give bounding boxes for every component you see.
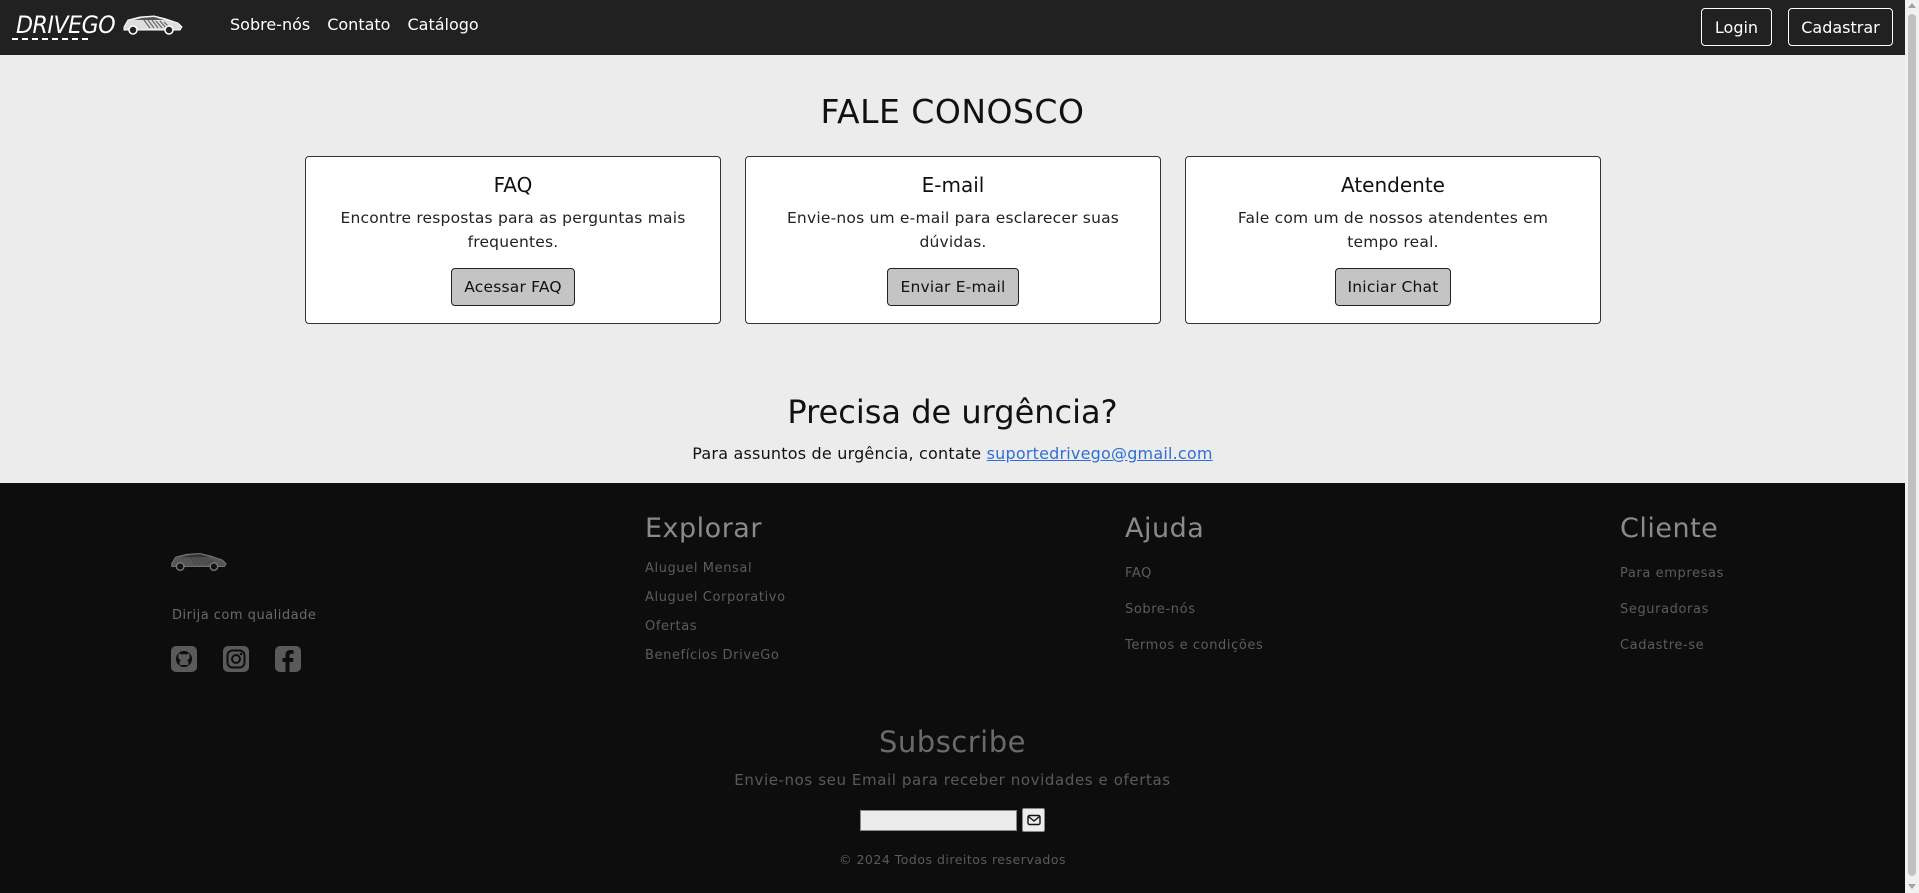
scroll-up-icon[interactable]	[1908, 3, 1916, 8]
attendant-card: Atendente Fale com um de nossos atendent…	[1185, 156, 1601, 324]
footer-column-cliente: Cliente Para empresas Seguradoras Cadast…	[1620, 513, 1724, 653]
footer-column-explorar: Explorar Aluguel Mensal Aluguel Corporat…	[645, 513, 786, 663]
subscribe-email-input[interactable]	[860, 810, 1017, 831]
car-logo-icon	[123, 15, 183, 35]
footer-link[interactable]: Para empresas	[1620, 566, 1724, 581]
nav-links: Sobre-nós Contato Catálogo	[230, 15, 479, 34]
footer-column-ajuda: Ajuda FAQ Sobre-nós Termos e condições	[1125, 513, 1263, 653]
login-button[interactable]: Login	[1701, 8, 1772, 46]
footer-link[interactable]: Benefícios DriveGo	[645, 648, 786, 663]
card-text: Envie-nos um e-mail para esclarecer suas…	[786, 209, 1120, 251]
nav-link-sobre-nos[interactable]: Sobre-nós	[230, 15, 310, 34]
urgent-text-label: Para assuntos de urgência, contate	[692, 444, 987, 463]
logo-underline	[12, 38, 88, 40]
logo-text: DRIVEGO	[16, 11, 116, 39]
signup-button[interactable]: Cadastrar	[1788, 8, 1893, 46]
scrollbar-thumb[interactable]	[1908, 14, 1916, 876]
footer-link[interactable]: Seguradoras	[1620, 602, 1724, 617]
urgent-text: Para assuntos de urgência, contate supor…	[0, 444, 1905, 463]
urgent-title: Precisa de urgência?	[787, 393, 1118, 431]
facebook-icon[interactable]	[274, 645, 302, 673]
footer-link[interactable]: Cadastre-se	[1620, 638, 1724, 653]
footer-link[interactable]: Ofertas	[645, 619, 786, 634]
email-card: E-mail Envie-nos um e-mail para esclarec…	[745, 156, 1161, 324]
nav-link-contato[interactable]: Contato	[327, 15, 390, 34]
subscribe-button[interactable]	[1022, 808, 1045, 832]
social-links	[170, 645, 302, 673]
navbar: DRIVEGO Sobre-nós Contato Catálogo Login…	[0, 0, 1905, 55]
card-title: Atendente	[1341, 173, 1445, 197]
footer-column-title: Cliente	[1620, 513, 1719, 544]
send-email-button[interactable]: Enviar E-mail	[887, 268, 1019, 306]
github-icon[interactable]	[170, 645, 198, 673]
footer-link[interactable]: Aluguel Corporativo	[645, 590, 786, 605]
footer-link[interactable]: FAQ	[1125, 566, 1263, 581]
footer-column-title: Explorar	[645, 513, 762, 544]
envelope-icon	[1026, 814, 1041, 826]
card-text: Fale com um de nossos atendentes em temp…	[1237, 209, 1549, 251]
footer-link[interactable]: Sobre-nós	[1125, 602, 1263, 617]
logo[interactable]: DRIVEGO	[12, 9, 187, 40]
footer-car-logo-icon	[171, 552, 227, 572]
card-title: E-mail	[921, 173, 985, 197]
page-title: FALE CONOSCO	[820, 92, 1085, 131]
access-faq-button[interactable]: Acessar FAQ	[451, 268, 575, 306]
instagram-icon[interactable]	[222, 645, 250, 673]
faq-card: FAQ Encontre respostas para as perguntas…	[305, 156, 721, 324]
vertical-scrollbar[interactable]	[1905, 0, 1919, 893]
card-title: FAQ	[493, 173, 533, 197]
subscribe-text: Envie-nos seu Email para receber novidad…	[734, 771, 1171, 789]
footer-link[interactable]: Termos e condições	[1125, 638, 1263, 653]
support-email-link[interactable]: suportedrivego@gmail.com	[987, 444, 1213, 463]
start-chat-button[interactable]: Iniciar Chat	[1334, 268, 1452, 306]
subscribe-title: Subscribe	[879, 725, 1026, 759]
footer-link[interactable]: Aluguel Mensal	[645, 561, 786, 576]
footer-tagline: Dirija com qualidade	[172, 608, 317, 623]
scroll-down-icon[interactable]	[1908, 884, 1916, 889]
footer: Dirija com qualidade Explorar Aluguel Me…	[0, 483, 1905, 893]
nav-link-catalogo[interactable]: Catálogo	[407, 15, 478, 34]
card-text: Encontre respostas para as perguntas mai…	[340, 209, 686, 251]
copyright-text: © 2024 Todos direitos reservados	[838, 852, 1066, 867]
footer-column-title: Ajuda	[1125, 513, 1205, 544]
